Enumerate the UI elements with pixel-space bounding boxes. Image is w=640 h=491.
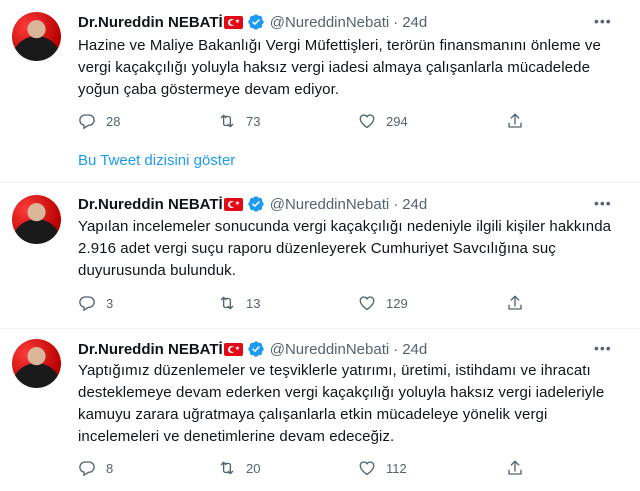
like-button[interactable]: 294 [358,112,408,130]
retweet-count: 13 [246,295,261,311]
more-horizontal-icon[interactable]: ••• [594,14,612,32]
like-button[interactable]: 129 [358,294,408,312]
tweet-text: Yaptığımız düzenlemeler ve teşviklerle y… [78,362,605,445]
verified-badge-icon [247,195,265,213]
reply-icon [78,112,96,130]
author-handle[interactable]: @NureddinNebati [270,196,389,213]
tweet-time[interactable]: 24d [402,341,427,358]
reply-button[interactable]: 8 [78,459,113,477]
author-name[interactable]: Dr.Nureddin NEBATİ [78,341,223,358]
reply-button[interactable]: 28 [78,112,120,130]
author-name[interactable]: Dr.Nureddin NEBATİ [78,14,223,31]
divider [0,328,640,329]
retweet-count: 73 [246,113,261,129]
share-button[interactable] [506,294,524,312]
heart-icon [358,294,376,312]
tweet-time[interactable]: 24d [402,14,427,31]
share-button[interactable] [506,112,524,130]
heart-icon [358,459,376,477]
like-count: 129 [386,295,408,311]
reply-count: 8 [106,460,114,476]
turkey-flag-icon: ★ [223,197,243,211]
tweet-time[interactable]: 24d [402,196,427,213]
separator-dot: · [393,13,399,31]
retweet-button[interactable]: 73 [218,112,260,130]
turkey-flag-icon: ★ [223,15,243,29]
avatar[interactable] [12,339,61,388]
show-thread-link[interactable]: Bu Tweet dizisini göster [78,152,235,169]
retweet-button[interactable]: 20 [218,459,260,477]
reply-icon [78,294,96,312]
more-horizontal-icon[interactable]: ••• [594,341,612,359]
like-count: 112 [386,460,407,476]
retweet-icon [218,112,236,130]
retweet-button[interactable]: 13 [218,294,260,312]
retweet-icon [218,459,236,477]
share-button[interactable] [506,459,524,477]
retweet-count: 20 [246,460,261,476]
like-button[interactable]: 112 [358,459,407,477]
like-count: 294 [386,113,408,129]
author-handle[interactable]: @NureddinNebati [270,14,389,31]
reply-count: 28 [106,113,121,129]
separator-dot: · [393,195,399,213]
tweet-text: Hazine ve Maliye Bakanlığı Vergi Müfetti… [78,37,601,98]
share-icon [506,112,524,130]
more-horizontal-icon[interactable]: ••• [594,196,612,214]
share-icon [506,459,524,477]
reply-count: 3 [106,295,114,311]
separator-dot: · [393,340,399,358]
tweet-text: Yapılan incelemeler sonucunda vergi kaça… [78,218,612,279]
heart-icon [358,112,376,130]
verified-badge-icon [247,340,265,358]
avatar[interactable] [12,12,61,61]
author-name[interactable]: Dr.Nureddin NEBATİ [78,196,223,213]
turkey-flag-icon: ★ [223,342,243,356]
share-icon [506,294,524,312]
divider [0,182,640,183]
verified-badge-icon [247,13,265,31]
author-handle[interactable]: @NureddinNebati [270,341,389,358]
retweet-icon [218,294,236,312]
reply-icon [78,459,96,477]
avatar[interactable] [12,195,61,244]
reply-button[interactable]: 3 [78,294,113,312]
